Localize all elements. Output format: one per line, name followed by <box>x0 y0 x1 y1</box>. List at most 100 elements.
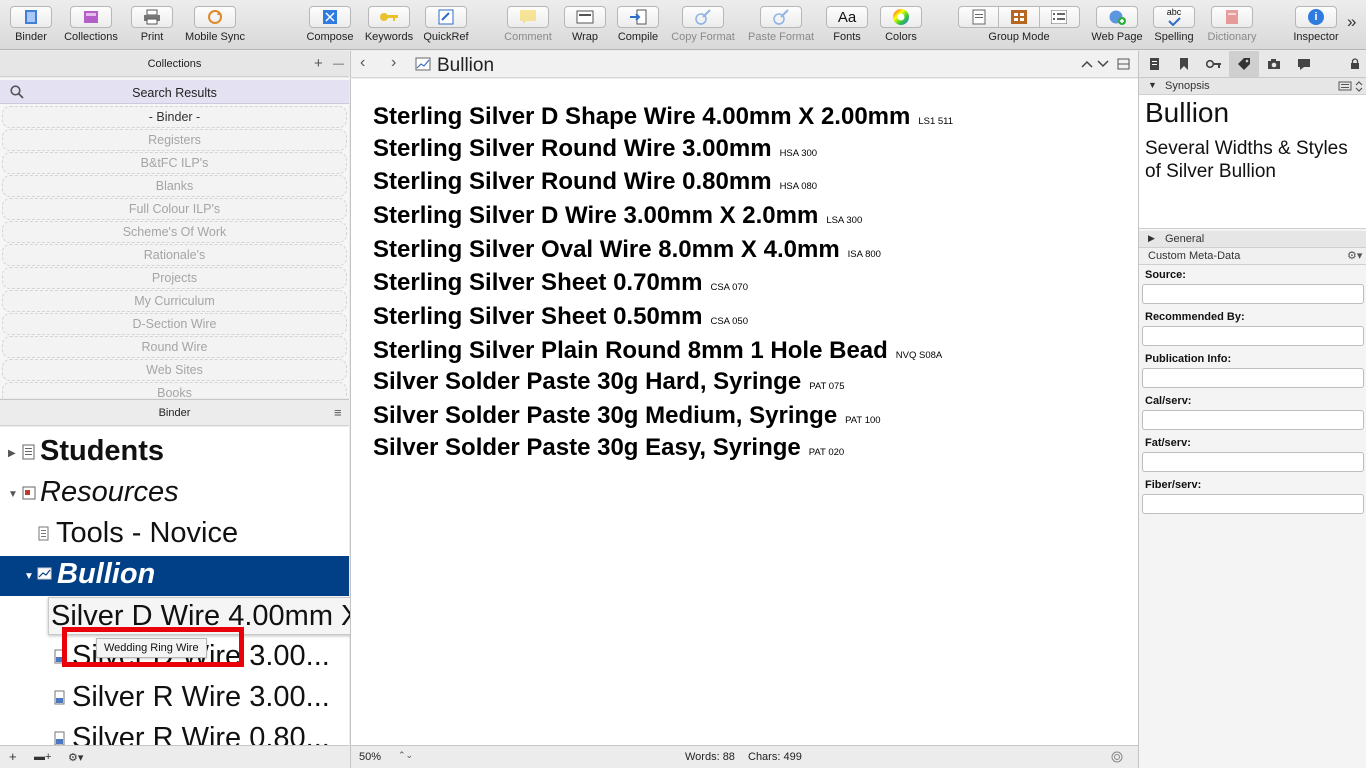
compile-button[interactable]: Compile <box>615 6 661 43</box>
synopsis-text-field[interactable]: Several Widths & Styles of Silver Bullio… <box>1145 137 1365 183</box>
quickref-button[interactable]: QuickRef <box>422 6 470 43</box>
collection-item[interactable]: Scheme's Of Work <box>2 221 347 243</box>
tab-notes[interactable] <box>1139 51 1169 77</box>
web-page-button[interactable]: Web Page <box>1090 6 1144 43</box>
text-line: Silver Solder Paste 30g Easy, Syringe PAT… <box>373 434 845 461</box>
binder-item-resources[interactable]: ▼ Resources <box>0 474 349 514</box>
binder-item-label: Silver R Wire 3.00... <box>72 681 330 713</box>
add-item-button[interactable]: + <box>9 749 17 764</box>
collection-item[interactable]: Blanks <box>2 175 347 197</box>
tag-icon <box>1238 58 1250 70</box>
inspector-button[interactable]: i Inspector <box>1290 6 1342 43</box>
document-with-notes-icon <box>54 690 65 705</box>
collection-item[interactable]: D-Section Wire <box>2 313 347 335</box>
metadata-field-recommended-by[interactable] <box>1142 326 1364 346</box>
spelling-button[interactable]: abc Spelling <box>1152 6 1196 43</box>
collection-item[interactable]: Full Colour ILP's <box>2 198 347 220</box>
mobile-sync-button[interactable]: Mobile Sync <box>183 6 247 43</box>
chevron-up-icon[interactable] <box>1081 59 1093 69</box>
metadata-field-fiber-serv[interactable] <box>1142 494 1364 514</box>
wrap-icon <box>576 10 594 24</box>
synopsis-section-header[interactable]: ▼ Synopsis <box>1139 78 1366 95</box>
back-arrow-icon[interactable]: ‹ <box>360 54 365 72</box>
chevron-updown-icon[interactable] <box>1355 81 1363 92</box>
binder-item-tools-novice[interactable]: Tools - Novice <box>0 515 349 555</box>
disclosure-down-icon[interactable]: ▼ <box>8 489 18 500</box>
wrap-button[interactable]: Wrap <box>563 6 607 43</box>
collection-item[interactable]: Round Wire <box>2 336 347 358</box>
binder-footer: + ▬+ ⚙▾ <box>0 745 349 768</box>
notes-icon <box>1149 58 1159 70</box>
metadata-label-cal-serv: Cal/serv: <box>1145 395 1192 407</box>
collection-item[interactable]: Registers <box>2 129 347 151</box>
tab-metadata[interactable] <box>1229 51 1259 77</box>
forward-arrow-icon[interactable]: › <box>391 54 396 72</box>
copy-format-button[interactable]: Copy Format <box>668 6 738 43</box>
metadata-field-publication-info[interactable] <box>1142 368 1364 388</box>
disclosure-right-icon[interactable]: ▶ <box>1148 233 1155 244</box>
disclosure-down-icon[interactable]: ▼ <box>24 571 34 582</box>
collections-button[interactable]: Collections <box>64 6 118 43</box>
key-icon <box>380 13 398 21</box>
disclosure-right-icon[interactable]: ▶ <box>8 448 16 459</box>
add-collection-button[interactable]: + <box>314 55 323 72</box>
document-with-notes-icon <box>54 731 65 745</box>
chevron-down-icon[interactable] <box>1097 59 1109 69</box>
zoom-stepper[interactable]: ⌃⌄ <box>398 750 413 761</box>
binder-item-bullion[interactable]: ▼ Bullion <box>0 556 349 596</box>
tab-bookmarks[interactable] <box>1169 51 1199 77</box>
collection-item[interactable]: - Binder - <box>2 106 347 128</box>
collection-item[interactable]: Projects <box>2 267 347 289</box>
synopsis-title-field[interactable]: Bullion <box>1145 97 1229 129</box>
remove-collection-button[interactable]: — <box>333 58 344 70</box>
metadata-field-cal-serv[interactable] <box>1142 410 1364 430</box>
gear-icon[interactable]: ⚙▾ <box>68 751 83 764</box>
dictionary-icon <box>1226 10 1238 24</box>
compose-button[interactable]: Compose <box>306 6 354 43</box>
metadata-field-fat-serv[interactable] <box>1142 452 1364 472</box>
collection-item[interactable]: B&tFC ILP's <box>2 152 347 174</box>
metadata-label-fat-serv: Fat/serv: <box>1145 437 1191 449</box>
corkboard-icon <box>1010 10 1027 24</box>
collection-item[interactable]: Web Sites <box>2 359 347 381</box>
collection-search-results[interactable]: Search Results <box>0 80 349 104</box>
binder-button[interactable]: Binder <box>10 6 52 43</box>
print-button[interactable]: Print <box>131 6 173 43</box>
group-mode-control[interactable]: Group Mode <box>958 6 1080 43</box>
binder-item-silver-r-wire-300[interactable]: Silver R Wire 3.00... <box>0 679 349 719</box>
tab-keywords[interactable] <box>1199 51 1229 77</box>
editor-text-area[interactable]: Sterling Silver D Shape Wire 4.00mm X 2.… <box>350 79 1138 745</box>
disclosure-down-icon[interactable]: ▼ <box>1148 80 1157 90</box>
split-view-icon[interactable] <box>1117 58 1130 70</box>
general-section-header[interactable]: ▶ General <box>1139 231 1366 248</box>
binder-menu-icon[interactable]: ≡ <box>334 405 342 420</box>
text-line: Sterling Silver Sheet 0.50mm CSA 050 <box>373 303 748 330</box>
metadata-field-source[interactable] <box>1142 284 1364 304</box>
outline-mode-segment[interactable] <box>959 7 1000 27</box>
dictionary-button[interactable]: Dictionary <box>1204 6 1260 43</box>
outliner-mode-segment[interactable] <box>1040 7 1079 27</box>
zoom-value[interactable]: 50% <box>359 751 381 763</box>
paste-format-button[interactable]: Paste Format <box>745 6 817 43</box>
corkboard-mode-segment[interactable] <box>999 7 1040 27</box>
lock-button[interactable] <box>1343 51 1366 77</box>
comment-icon <box>520 10 536 24</box>
colors-button[interactable]: Colors <box>879 6 923 43</box>
comment-button[interactable]: Comment <box>500 6 556 43</box>
collections-header: Collections + — <box>0 51 349 77</box>
collection-item[interactable]: My Curriculum <box>2 290 347 312</box>
toolbar-overflow-icon[interactable]: » <box>1347 12 1356 32</box>
synopsis-mode-icon[interactable] <box>1338 81 1352 91</box>
binder-item-silver-r-wire-080[interactable]: Silver R Wire 0.80... <box>0 720 349 745</box>
add-folder-button[interactable]: ▬+ <box>34 751 51 763</box>
sync-icon <box>208 10 222 24</box>
tab-comments[interactable] <box>1289 51 1319 77</box>
collection-item[interactable]: Rationale's <box>2 244 347 266</box>
tab-snapshots[interactable] <box>1259 51 1289 77</box>
fonts-button[interactable]: Aa Fonts <box>825 6 869 43</box>
collection-item[interactable]: Books <box>2 382 347 398</box>
binder-item-students[interactable]: ▶ Students <box>0 433 349 473</box>
target-icon[interactable] <box>1111 751 1123 763</box>
gear-icon[interactable]: ⚙▾ <box>1347 249 1362 262</box>
keywords-button[interactable]: Keywords <box>364 6 414 43</box>
